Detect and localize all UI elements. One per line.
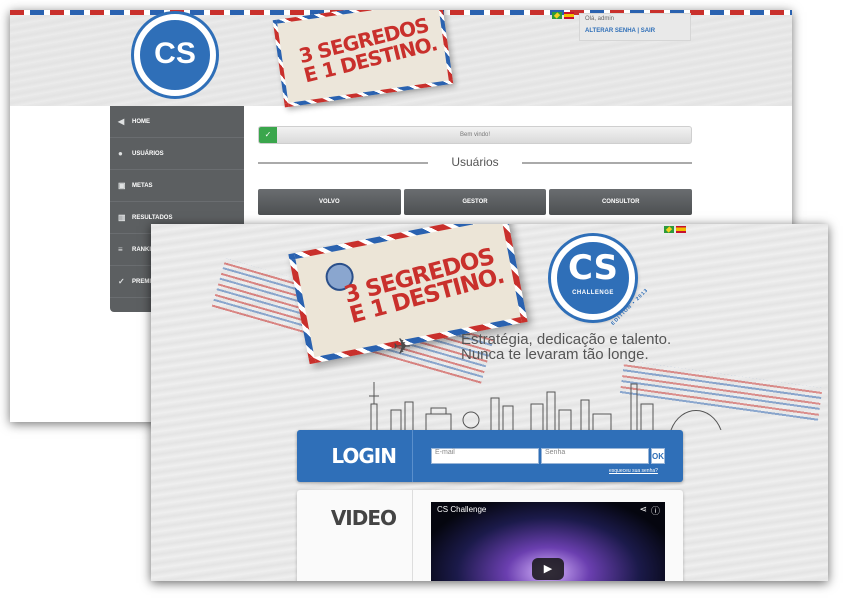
section-title-text: Usuários [451, 155, 499, 169]
user-box: Olá, admin ALTERAR SENHA | SAIR [579, 13, 691, 41]
city-skyline-illustration [369, 382, 722, 430]
language-switcher [664, 226, 686, 233]
brazil-flag-icon[interactable] [664, 226, 674, 233]
sidebar-item-label: RESULTADOS [132, 214, 173, 221]
separator: | [637, 28, 640, 34]
envelope-text: 3 SEGREDOS E 1 DESTINO. [341, 243, 507, 329]
info-icon[interactable]: ⓘ [651, 504, 660, 517]
sidebar-item-home[interactable]: ◀ HOME [110, 106, 244, 138]
tab-gestor[interactable]: GESTOR [403, 189, 547, 215]
user-actions: ALTERAR SENHA | SAIR [585, 28, 685, 34]
logo-main-text: CS [567, 248, 619, 288]
envelope-text: 3 SEGREDOS E 1 DESTINO. [296, 12, 440, 88]
login-label: LOGIN [297, 430, 413, 482]
forgot-password-link[interactable]: esqueceu sua senha? [609, 468, 658, 474]
check-icon: ✓ [118, 277, 125, 286]
user-icon: ● [118, 149, 123, 158]
video-label: VIDEO [297, 490, 413, 581]
brazil-flag-icon[interactable] [552, 12, 562, 19]
welcome-text: Bem vindo! [459, 132, 490, 138]
email-field[interactable]: E-mail [431, 448, 539, 464]
video-title[interactable]: CS Challenge [437, 505, 486, 514]
share-icon[interactable]: ⋖ [639, 504, 647, 515]
video-panel: VIDEO CS Challenge ⋖ ⓘ ▶ [297, 490, 683, 581]
tagline-line-1: Estratégia, dedicação e talento. [461, 331, 672, 348]
tagline-line-2: Nunca te levaram tão longe. [461, 346, 649, 363]
tab-volvo[interactable]: VOLVO [258, 189, 401, 215]
check-icon: ✓ [259, 127, 277, 143]
user-type-tabs: VOLVO GESTOR CONSULTOR [258, 189, 693, 215]
login-bar: LOGIN E-mail Senha OK esqueceu sua senha… [297, 430, 683, 482]
section-title: Usuários [258, 153, 692, 171]
spain-flag-icon[interactable] [676, 226, 686, 233]
welcome-bar: ✓ Bem vindo! [258, 126, 692, 144]
user-greeting: Olá, admin [585, 16, 615, 22]
cs-logo: CS [134, 14, 216, 96]
chart-icon: ▥ [118, 213, 126, 222]
sidebar-item-users[interactable]: ● USUÁRIOS [110, 138, 244, 170]
tab-consultor[interactable]: CONSULTOR [549, 189, 693, 215]
sidebar-item-label: METAS [132, 182, 153, 189]
tagline: Estratégia, dedicação e talento. Nunca t… [461, 332, 671, 362]
sidebar-item-label: HOME [132, 118, 150, 125]
video-player[interactable]: CS Challenge ⋖ ⓘ ▶ [431, 502, 665, 581]
language-switcher [552, 12, 574, 19]
spain-flag-icon[interactable] [564, 12, 574, 19]
login-screenshot: 3 SEGREDOS E 1 DESTINO. CS CHALLENGE EDI… [151, 224, 828, 581]
sidebar-item-label: USUÁRIOS [132, 150, 164, 157]
change-password-link[interactable]: ALTERAR SENHA [585, 28, 636, 34]
target-icon: ▣ [118, 181, 126, 190]
admin-header: CS 3 SEGREDOS E 1 DESTINO. Olá, admin AL… [10, 10, 792, 108]
login-submit-button[interactable]: OK [651, 448, 665, 464]
envelope-banner: 3 SEGREDOS E 1 DESTINO. [272, 10, 454, 108]
cs-challenge-logo: CS CHALLENGE [551, 236, 635, 320]
sidebar-item-goals[interactable]: ▣ METAS [110, 170, 244, 202]
volume-icon: ◀ [118, 117, 125, 126]
password-field[interactable]: Senha [541, 448, 649, 464]
airplane-icon: ✈ [393, 334, 412, 359]
logo-sub-text: CHALLENGE [572, 290, 614, 296]
logout-link[interactable]: SAIR [641, 28, 655, 34]
list-icon: ≡ [118, 245, 123, 254]
play-button[interactable]: ▶ [532, 558, 564, 580]
admin-main: ✓ Bem vindo! Usuários VOLVO GESTOR CONSU… [258, 126, 693, 215]
